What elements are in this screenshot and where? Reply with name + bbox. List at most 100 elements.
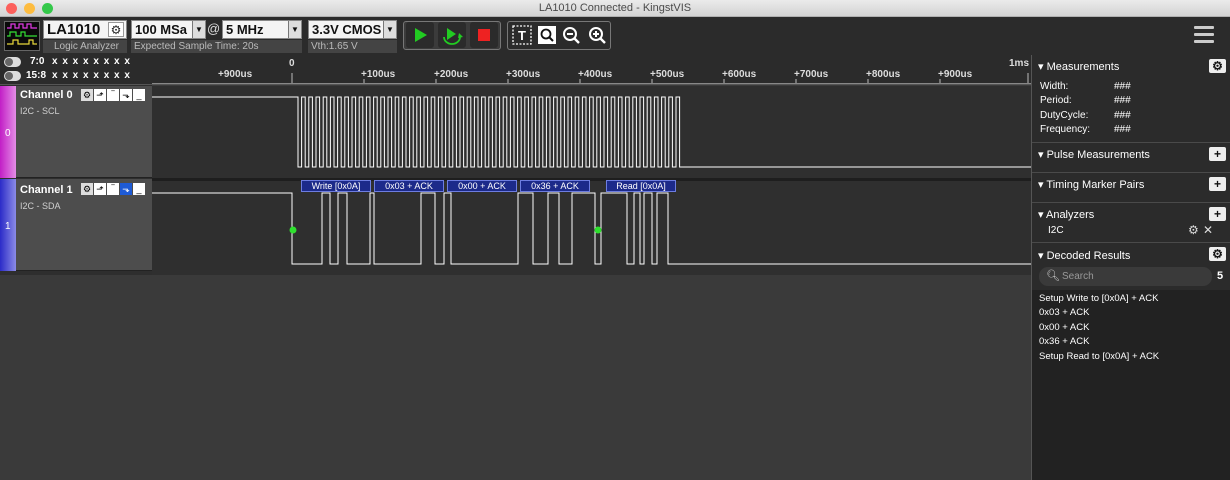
rising-edge-icon[interactable]: ⬏ (94, 183, 106, 195)
zoom-out-icon (563, 27, 580, 44)
falling-edge-icon[interactable]: ⬎ (120, 89, 132, 101)
zoom-in-button[interactable] (586, 24, 610, 46)
empty-canvas (0, 275, 1031, 480)
device-settings-gear-icon[interactable]: ⚙ (108, 22, 124, 37)
analyzers-title: ▾ Analyzers (1038, 209, 1095, 221)
gear-icon[interactable]: ⚙ (1209, 59, 1226, 73)
result-item[interactable]: 0x00 + ACK (1039, 322, 1089, 333)
result-item[interactable]: 0x36 + ACK (1039, 336, 1089, 347)
close-icon[interactable]: ✕ (1203, 223, 1213, 237)
decode-label[interactable]: 0x03 + ACK (374, 180, 444, 192)
waveform-area[interactable]: Write [0x0A] 0x03 + ACK 0x00 + ACK 0x36 … (152, 86, 1031, 275)
result-item[interactable]: Setup Read to [0x0A] + ACK (1039, 351, 1159, 362)
sample-count-select[interactable]: 5 MHz ▼ (222, 20, 302, 39)
group-header: 7:0 x x x x x x x x 15:8 x x x x x x x x (0, 55, 152, 85)
right-panel: ▾ Measurements ⚙ Width: ### Period: ### … (1031, 55, 1230, 480)
voltage-select[interactable]: 3.3V CMOS ▼ (308, 20, 397, 39)
sda-waveform (152, 192, 1031, 265)
group-label: 15:8 (26, 70, 47, 81)
channel-number: 0 (5, 128, 11, 139)
add-icon[interactable]: + (1209, 177, 1226, 191)
search-placeholder: Search (1062, 271, 1094, 282)
window-title: LA1010 Connected - KingstVIS (538, 2, 692, 14)
falling-edge-icon[interactable]: ⬎ (120, 183, 132, 195)
rising-edge-icon[interactable]: ⬏ (94, 89, 106, 101)
channel-protocol: I2C - SCL (20, 106, 60, 116)
start-condition-marker (289, 226, 297, 234)
pulse-measurements-title: ▾ Pulse Measurements (1038, 149, 1150, 161)
channel-trigger-buttons: ⚙ ⬏ ‾ ⬎ _ (81, 89, 149, 102)
start-button[interactable] (406, 22, 434, 48)
zoom-in-icon (589, 27, 606, 44)
text-cursor-button[interactable]: T (510, 24, 534, 46)
measurement-value: ### (1114, 124, 1131, 135)
at-symbol: @ (207, 21, 221, 36)
scl-waveform (152, 96, 1031, 168)
measurement-label: Width: (1040, 81, 1069, 92)
measurement-value: ### (1114, 81, 1131, 92)
window-titlebar: LA1010 Connected - KingstVIS (0, 0, 1230, 17)
decoded-results-header[interactable]: ▾ Decoded Results ⚙ (1032, 245, 1230, 263)
repeat-run-button[interactable] (438, 22, 466, 48)
decode-label[interactable]: Write [0x0A] (301, 180, 371, 192)
zoom-out-button[interactable] (560, 24, 584, 46)
result-count: 5 (1217, 270, 1224, 282)
sample-rate-select[interactable]: 100 MSa ▼ (131, 20, 206, 39)
gear-icon[interactable]: ⚙ (81, 183, 93, 195)
timing-marker-pairs-header[interactable]: ▾ Timing Marker Pairs + (1032, 175, 1230, 193)
channel-trigger-buttons: ⚙ ⬏ ‾ ⬎ _ (81, 183, 149, 196)
play-icon (415, 28, 427, 42)
repeat-play-icon (443, 28, 463, 45)
result-item[interactable]: Setup Write to [0x0A] + ACK (1039, 293, 1158, 304)
measurement-value: ### (1114, 110, 1131, 121)
decode-label[interactable]: Read [0x0A] (606, 180, 676, 192)
chevron-down-icon: ▼ (288, 21, 301, 38)
add-icon[interactable]: + (1209, 207, 1226, 221)
channel-row-1[interactable]: 1 Channel 1 I2C - SDA ⚙ ⬏ ‾ ⬎ _ (0, 179, 152, 271)
zoom-fit-button[interactable] (535, 24, 559, 46)
decoded-results-list[interactable]: Setup Write to [0x0A] + ACK 0x03 + ACK 0… (1032, 290, 1230, 480)
channel-protocol: I2C - SDA (20, 201, 61, 211)
high-level-icon[interactable]: ‾ (107, 89, 119, 101)
logic-analyzer-logo-icon (4, 21, 40, 51)
group-label: 7:0 (30, 56, 45, 67)
group-toggle[interactable] (4, 71, 21, 81)
gear-icon[interactable]: ⚙ (81, 89, 93, 101)
pulse-measurements-header[interactable]: ▾ Pulse Measurements + (1032, 145, 1230, 163)
decode-label[interactable]: 0x36 + ACK (520, 180, 590, 192)
vth-readout: Vth:1.65 V (308, 40, 397, 53)
group-toggle[interactable] (4, 57, 21, 67)
low-level-icon[interactable]: _ (133, 183, 145, 195)
measurement-label: Period: (1040, 95, 1072, 106)
hamburger-menu-icon[interactable] (1194, 26, 1214, 44)
sample-count-value: 5 MHz (226, 22, 264, 37)
analyzers-header[interactable]: ▾ Analyzers + (1032, 205, 1230, 223)
svg-text:T: T (518, 28, 526, 43)
low-level-icon[interactable]: _ (133, 89, 145, 101)
divider (1032, 142, 1230, 143)
text-tool-icon: T (512, 25, 532, 45)
gear-icon[interactable]: ⚙ (1209, 247, 1226, 261)
add-icon[interactable]: + (1209, 147, 1226, 161)
time-ruler[interactable]: +900us 0 +100us +200us +300us +400us +50… (152, 55, 1031, 85)
stop-button[interactable] (470, 22, 498, 48)
high-level-icon[interactable]: ‾ (107, 183, 119, 195)
device-subtitle: Logic Analyzer (43, 40, 127, 53)
divider (1032, 202, 1230, 203)
gear-icon[interactable]: ⚙ (1188, 223, 1199, 237)
analyzer-item-i2c[interactable]: I2C (1048, 225, 1064, 236)
decode-label[interactable]: 0x00 + ACK (447, 180, 517, 192)
chevron-down-icon: ▼ (192, 21, 205, 38)
channel-row-0[interactable]: 0 Channel 0 I2C - SCL ⚙ ⬏ ‾ ⬎ _ (0, 86, 152, 178)
expected-sample-time: Expected Sample Time: 20s (131, 40, 302, 53)
chevron-down-icon: ▼ (383, 21, 396, 38)
measurement-label: DutyCycle: (1040, 110, 1089, 121)
channel-panel: 7:0 x x x x x x x x 15:8 x x x x x x x x… (0, 55, 152, 275)
result-item[interactable]: 0x03 + ACK (1039, 307, 1089, 318)
channel-name: Channel 1 (20, 184, 73, 196)
divider (1032, 242, 1230, 243)
device-selector[interactable]: LA1010 ⚙ (43, 20, 127, 39)
measurements-header[interactable]: ▾ Measurements ⚙ (1032, 57, 1230, 75)
timing-marker-pairs-title: ▾ Timing Marker Pairs (1038, 179, 1145, 191)
search-field[interactable]: 🔍︎ Search (1039, 267, 1212, 286)
